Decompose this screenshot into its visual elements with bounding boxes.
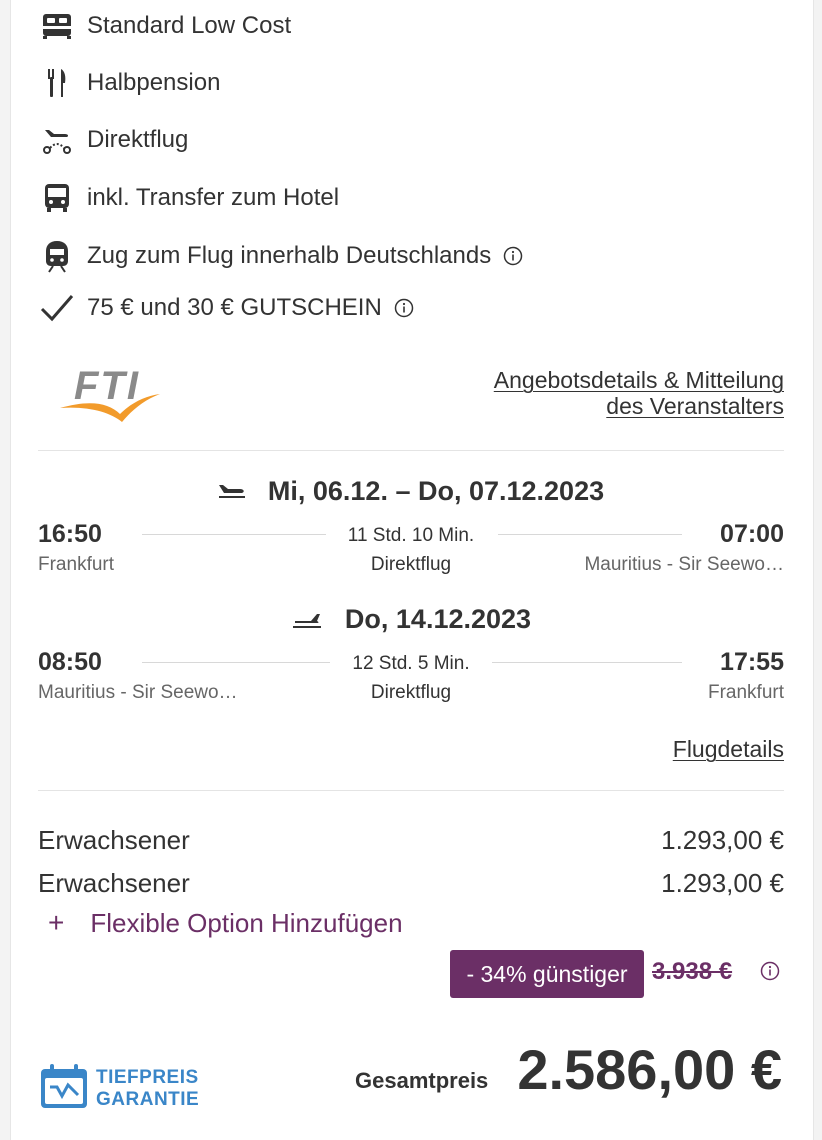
price-value: 1.293,00 € xyxy=(661,825,784,855)
route-line xyxy=(498,534,682,535)
flexible-option-label[interactable]: Flexible Option Hinzufügen xyxy=(90,908,402,939)
outbound-arrive-place: Mauritius - Sir Seewo… xyxy=(584,554,784,575)
fork-knife-icon xyxy=(40,66,74,100)
details-link-line2[interactable]: des Veranstalters xyxy=(606,393,784,419)
price-row: Erwachsener 1.293,00 € xyxy=(38,868,784,899)
inbound-depart-time: 08:50 xyxy=(38,648,102,676)
landing-plane-icon xyxy=(291,611,323,629)
departure-plane-icon xyxy=(218,484,246,500)
train-icon xyxy=(40,239,74,273)
info-icon[interactable] xyxy=(760,961,780,981)
plus-icon: + xyxy=(48,907,65,938)
route-line xyxy=(492,662,682,663)
inbound-arrive-place: Frankfurt xyxy=(707,682,784,703)
feature-label: 75 € und 30 € GUTSCHEIN xyxy=(87,294,382,321)
inbound-arrive-time: 17:55 xyxy=(720,648,784,676)
feature-train: Zug zum Flug innerhalb Deutschlands xyxy=(40,236,523,276)
total-price: 2.586,00 € xyxy=(517,1038,782,1101)
inbound-duration: 12 Std. 5 Min. xyxy=(352,653,470,674)
tiefpreis-line2: GARANTIE xyxy=(96,1088,200,1110)
feature-label: Direktflug xyxy=(87,126,189,153)
divider xyxy=(38,790,784,791)
divider xyxy=(38,450,784,451)
price-label: Erwachsener xyxy=(38,825,190,855)
bus-icon xyxy=(40,181,74,215)
tiefpreis-garantie-logo: TIEFPREIS GARANTIE xyxy=(40,1063,199,1114)
outbound-date-row: Mi, 06.12. – Do, 07.12.2023 xyxy=(0,476,822,507)
discount-badge: - 34% günstiger xyxy=(450,950,644,998)
bed-icon xyxy=(40,9,74,43)
feature-voucher: 75 € und 30 € GUTSCHEIN xyxy=(40,288,414,328)
direct-flight-icon xyxy=(40,123,74,157)
feature-transfer: inkl. Transfer zum Hotel xyxy=(40,178,339,218)
old-price: 3.938 € xyxy=(652,958,733,985)
price-label: Erwachsener xyxy=(38,868,190,898)
operator-details-link[interactable]: Angebotsdetails & Mitteilung des Veranst… xyxy=(424,367,784,419)
feature-label: inkl. Transfer zum Hotel xyxy=(87,184,340,211)
inbound-date: Do, 14.12.2023 xyxy=(344,604,532,634)
feature-room: Standard Low Cost xyxy=(40,6,291,46)
feature-label: Zug zum Flug innerhalb Deutschlands xyxy=(87,242,492,269)
feature-label: Standard Low Cost xyxy=(87,12,292,39)
checkmark-icon xyxy=(40,291,74,325)
price-row: Erwachsener 1.293,00 € xyxy=(38,825,784,856)
fti-wordmark: FTI xyxy=(74,364,140,408)
calendar-check-icon xyxy=(40,1063,88,1114)
operator-logo: FTI xyxy=(58,364,162,424)
outbound-flight-type: Direktflug xyxy=(370,554,452,575)
outbound-depart-place: Frankfurt xyxy=(38,554,115,575)
route-line xyxy=(142,534,326,535)
total-label: Gesamtpreis xyxy=(355,1068,489,1093)
inbound-flight-type: Direktflug xyxy=(370,682,452,703)
info-icon[interactable] xyxy=(503,246,523,266)
add-flexible-option-button[interactable]: + Flexible Option Hinzufügen xyxy=(48,907,403,939)
tiefpreis-line1: TIEFPREIS xyxy=(96,1066,199,1088)
outbound-arrive-time: 07:00 xyxy=(720,520,784,548)
details-link-line1[interactable]: Angebotsdetails & Mitteilung xyxy=(494,367,784,393)
feature-board: Halbpension xyxy=(40,63,220,103)
inbound-date-row: Do, 14.12.2023 xyxy=(0,604,822,635)
price-value: 1.293,00 € xyxy=(661,868,784,898)
inbound-depart-place: Mauritius - Sir Seewo… xyxy=(38,682,238,703)
route-line xyxy=(142,662,330,663)
feature-label: Halbpension xyxy=(87,69,221,96)
info-icon[interactable] xyxy=(394,298,414,318)
outbound-duration: 11 Std. 10 Min. xyxy=(347,525,475,546)
flight-details-link[interactable]: Flugdetails xyxy=(673,736,784,763)
outbound-date: Mi, 06.12. – Do, 07.12.2023 xyxy=(267,476,605,506)
feature-flight: Direktflug xyxy=(40,120,188,160)
outbound-depart-time: 16:50 xyxy=(38,520,102,548)
